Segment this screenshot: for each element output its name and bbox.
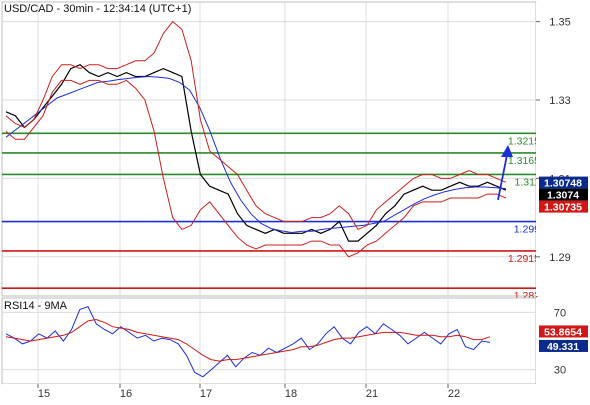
level-label-1.2915: 1.2915 <box>508 253 540 265</box>
rsi-chart-title: RSI14 - 9MA <box>4 300 68 312</box>
time-axis-label-16: 16 <box>120 388 132 400</box>
time-axis-label-22: 22 <box>448 388 460 400</box>
time-axis-label-21: 21 <box>366 388 378 400</box>
price-badge-text-1.30735: 1.30735 <box>544 202 582 214</box>
price-axis-label: 1.35 <box>549 17 570 29</box>
rsi-badge-text-53.8654: 53.8654 <box>544 326 582 338</box>
time-axis: 15 16 17 18 21 22 <box>2 384 588 400</box>
level-label-1.3215: 1.3215 <box>508 135 540 147</box>
rsi-panel: RSI14 - 9MA <box>1 297 537 385</box>
price-axis-label: 1.29 <box>549 252 570 264</box>
price-badge-text-1.30748: 1.30748 <box>544 178 582 190</box>
time-axis-label-15: 15 <box>38 388 50 400</box>
rsi-axis: 70 30 53.8654 49.331 <box>536 298 588 384</box>
price-chart-title: USD/CAD - 30min - 12:34:14 (UTC+1) <box>4 3 191 15</box>
price-panel: 1.32151.31651.3111.2991.29151.282 USD/CA… <box>1 1 540 302</box>
rsi-badge-text-49.331: 49.331 <box>547 341 579 353</box>
time-axis-label-17: 17 <box>200 388 212 400</box>
chart-svg: 1.32151.31651.3111.2991.29151.282 USD/CA… <box>1 1 588 400</box>
time-axis-label-18: 18 <box>285 388 297 400</box>
rsi-axis-label: 70 <box>554 307 566 319</box>
rsi-axis-label: 30 <box>554 365 566 377</box>
price-badge-text-1.3074: 1.3074 <box>547 190 579 202</box>
price-axis: 1.351.331.311.291.307481.30741.30735 <box>536 2 588 296</box>
chart-root: 1.3215 1.3165 1.311 1.299 1.2915 1.282 USD/CA… <box>0 0 590 400</box>
price-axis-label: 1.33 <box>549 95 570 107</box>
